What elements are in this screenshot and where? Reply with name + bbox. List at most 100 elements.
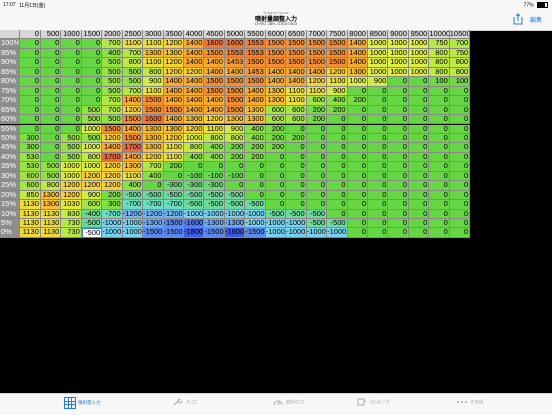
- table-cell[interactable]: 1000: [368, 67, 389, 78]
- table-cell[interactable]: 0: [449, 209, 471, 219]
- table-cell[interactable]: -1500: [245, 228, 266, 238]
- table-cell[interactable]: 1200: [143, 152, 164, 163]
- table-cell[interactable]: 500: [102, 115, 123, 125]
- table-cell[interactable]: 0: [327, 143, 348, 153]
- table-cell[interactable]: 0: [408, 219, 430, 229]
- table-cell[interactable]: 1000: [388, 48, 409, 59]
- table-cell[interactable]: 0: [306, 143, 328, 153]
- table-cell[interactable]: 200: [102, 190, 123, 201]
- table-cell[interactable]: 200: [347, 96, 368, 106]
- table-cell[interactable]: 1200: [61, 190, 82, 201]
- table-cell[interactable]: 0: [327, 209, 348, 219]
- table-cell[interactable]: 1100: [122, 171, 144, 182]
- table-cell[interactable]: 730: [61, 228, 82, 238]
- table-cell[interactable]: 0: [368, 105, 389, 116]
- table-cell[interactable]: 1200: [184, 67, 205, 78]
- table-cell[interactable]: 500: [40, 171, 62, 182]
- table-cell[interactable]: 0: [408, 190, 430, 201]
- table-cell[interactable]: 1200: [163, 133, 184, 144]
- table-cell[interactable]: 1000: [347, 77, 368, 87]
- table-cell[interactable]: 1100: [327, 77, 348, 87]
- table-cell[interactable]: 0: [429, 105, 450, 116]
- table-cell[interactable]: 700: [143, 162, 164, 172]
- table-cell[interactable]: 0: [20, 77, 41, 87]
- table-cell[interactable]: 1553: [245, 48, 266, 59]
- table-cell[interactable]: 1100: [143, 58, 164, 68]
- table-cell[interactable]: 0: [449, 181, 471, 191]
- table-cell[interactable]: 1000: [408, 48, 430, 59]
- table-cell[interactable]: 500: [102, 77, 123, 87]
- table-cell[interactable]: 1400: [245, 86, 266, 97]
- table-cell[interactable]: 0: [40, 105, 62, 116]
- table-cell[interactable]: 1200: [184, 124, 205, 134]
- table-cell[interactable]: -1200: [163, 209, 184, 219]
- table-cell[interactable]: 800: [143, 67, 164, 78]
- table-cell[interactable]: 200: [245, 143, 266, 153]
- table-cell[interactable]: 200: [327, 105, 348, 116]
- table-cell[interactable]: 500: [81, 133, 103, 144]
- table-cell[interactable]: 1500: [286, 48, 307, 59]
- table-cell[interactable]: 600: [265, 105, 287, 116]
- table-cell[interactable]: 0: [286, 190, 307, 201]
- table-cell[interactable]: 0: [245, 171, 266, 182]
- table-cell[interactable]: 1500: [286, 39, 307, 49]
- table-cell[interactable]: 1700: [102, 152, 123, 163]
- table-cell[interactable]: 0: [347, 200, 368, 210]
- table-cell[interactable]: 0: [20, 67, 41, 78]
- table-cell[interactable]: 1300: [122, 162, 144, 172]
- table-cell[interactable]: 1500: [327, 48, 348, 59]
- table-cell[interactable]: 0: [286, 143, 307, 153]
- table-cell[interactable]: -1800: [224, 228, 246, 238]
- table-cell[interactable]: 0: [40, 96, 62, 106]
- table-cell[interactable]: -700: [122, 200, 144, 210]
- table-cell[interactable]: 0: [61, 115, 82, 125]
- table-cell[interactable]: -1000: [204, 209, 225, 219]
- table-cell[interactable]: 0: [20, 86, 41, 97]
- table-cell[interactable]: 1400: [224, 67, 246, 78]
- table-cell[interactable]: 400: [102, 48, 123, 59]
- table-cell[interactable]: 500: [61, 152, 82, 163]
- table-cell[interactable]: 1000: [81, 124, 103, 134]
- table-cell[interactable]: -500: [306, 219, 328, 229]
- table-cell[interactable]: 1200: [61, 181, 82, 191]
- tab-wrench[interactable]: ネ-ロ: [172, 397, 197, 408]
- table-cell[interactable]: 0: [61, 58, 82, 68]
- table-cell[interactable]: 1200: [163, 39, 184, 49]
- table-cell[interactable]: 0: [327, 190, 348, 201]
- table-cell[interactable]: 0: [327, 171, 348, 182]
- table-cell[interactable]: 1400: [265, 77, 287, 87]
- table-cell[interactable]: 0: [286, 152, 307, 163]
- table-cell[interactable]: 1400: [184, 77, 205, 87]
- table-cell[interactable]: 900: [81, 190, 103, 201]
- table-cell[interactable]: 1300: [245, 115, 266, 125]
- table-cell[interactable]: 300: [20, 143, 41, 153]
- table-cell[interactable]: 1200: [102, 162, 123, 172]
- table-cell[interactable]: 400: [204, 152, 225, 163]
- table-cell[interactable]: 1500: [122, 115, 144, 125]
- table-cell[interactable]: 500: [102, 67, 123, 78]
- table-cell[interactable]: 1400: [347, 39, 368, 49]
- table-cell[interactable]: 0: [40, 115, 62, 125]
- table-cell[interactable]: 400: [143, 171, 164, 182]
- table-cell[interactable]: 700: [122, 86, 144, 97]
- table-cell[interactable]: -1000: [286, 228, 307, 238]
- table-cell[interactable]: 0: [408, 143, 430, 153]
- table-cell[interactable]: 0: [20, 58, 41, 68]
- table-cell[interactable]: 0: [40, 58, 62, 68]
- table-cell[interactable]: 0: [81, 58, 103, 68]
- table-cell[interactable]: 400: [245, 124, 266, 134]
- table-cell[interactable]: 530: [20, 152, 41, 163]
- table-cell[interactable]: 1300: [265, 86, 287, 97]
- table-cell[interactable]: 1400: [204, 96, 225, 106]
- table-cell[interactable]: 0: [306, 190, 328, 201]
- table-cell[interactable]: 1130: [40, 209, 62, 219]
- table-cell[interactable]: 830: [61, 209, 82, 219]
- table-cell[interactable]: 0: [429, 171, 450, 182]
- table-cell[interactable]: -1000: [224, 209, 246, 219]
- table-cell[interactable]: -1000: [286, 219, 307, 229]
- table-cell[interactable]: 1400: [163, 86, 184, 97]
- table-cell[interactable]: 200: [265, 124, 287, 134]
- table-cell[interactable]: 0: [408, 105, 430, 116]
- table-cell[interactable]: 1400: [163, 96, 184, 106]
- table-cell[interactable]: 1500: [327, 39, 348, 49]
